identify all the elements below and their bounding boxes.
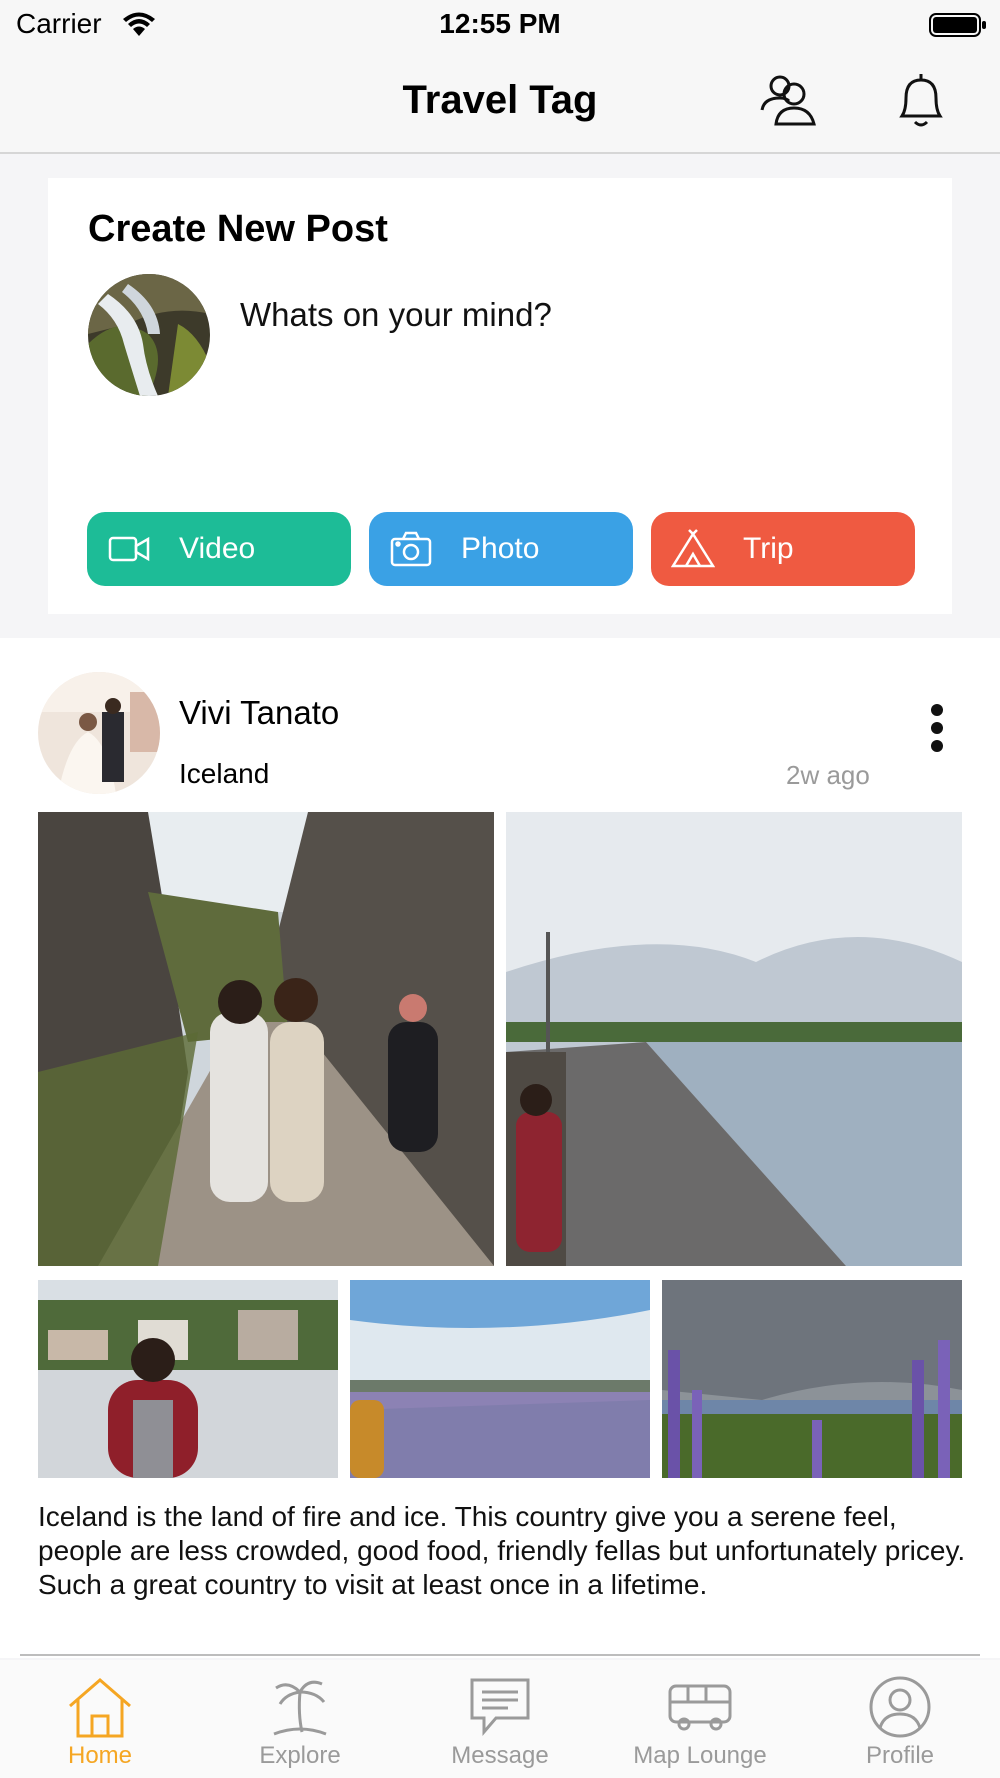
nav-bar: Travel Tag: [0, 50, 1000, 154]
trip-button[interactable]: Trip: [651, 512, 915, 586]
photo-button[interactable]: Photo: [369, 512, 633, 586]
tab-message[interactable]: Message: [400, 1660, 600, 1778]
author-avatar[interactable]: [38, 672, 160, 794]
post-input[interactable]: Whats on your mind?: [240, 296, 552, 334]
post-photo[interactable]: [350, 1280, 650, 1478]
tab-home[interactable]: Home: [0, 1660, 200, 1778]
status-bar: Carrier 12:55 PM: [0, 0, 1000, 50]
post-card: Vivi Tanato Iceland 2w ago Iceland is th…: [0, 638, 1000, 1658]
more-dot: [931, 740, 943, 752]
post-caption: Iceland is the land of fire and ice. Thi…: [38, 1501, 966, 1600]
photo-button-label: Photo: [461, 532, 540, 565]
post-timestamp: 2w ago: [786, 760, 870, 790]
divider: [20, 1654, 980, 1656]
trip-button-label: Trip: [743, 532, 794, 565]
video-camera-icon: [108, 536, 150, 562]
people-icon[interactable]: [756, 68, 822, 134]
video-button-label: Video: [179, 532, 256, 565]
tab-label: Explore: [259, 1742, 341, 1769]
post-photo[interactable]: [38, 1280, 338, 1478]
tab-explore[interactable]: Explore: [200, 1660, 400, 1778]
tab-label: Home: [67, 1742, 133, 1769]
post-photo[interactable]: [506, 812, 962, 1266]
camera-icon: [390, 531, 432, 567]
more-dot: [931, 704, 943, 716]
tab-label: Message: [451, 1742, 549, 1769]
post-location[interactable]: Iceland: [179, 758, 269, 790]
bell-icon[interactable]: [888, 68, 954, 134]
tab-label: Map Lounge: [633, 1742, 767, 1769]
user-icon: [869, 1676, 931, 1738]
status-time: 12:55 PM: [439, 8, 561, 39]
more-options-button[interactable]: [922, 704, 952, 758]
create-post-card: Create New Post Whats on your mind? Vide…: [48, 178, 952, 614]
video-button[interactable]: Video: [87, 512, 351, 586]
more-dot: [931, 722, 943, 734]
palm-tree-icon: [273, 1680, 327, 1736]
chat-bubble-icon: [470, 1678, 530, 1737]
avatar[interactable]: [88, 274, 210, 396]
tab-label: Profile: [865, 1742, 935, 1769]
battery-icon: [929, 13, 986, 37]
tab-map-lounge[interactable]: Map Lounge: [600, 1660, 800, 1778]
post-photo[interactable]: [662, 1280, 962, 1478]
tab-profile[interactable]: Profile: [800, 1660, 1000, 1778]
tent-icon: [671, 529, 715, 568]
author-name[interactable]: Vivi Tanato: [179, 694, 339, 732]
create-post-title: Create New Post: [88, 208, 388, 250]
post-photo[interactable]: [38, 812, 494, 1266]
bus-icon: [668, 1684, 732, 1731]
home-icon: [69, 1678, 131, 1738]
app-title: Travel Tag: [402, 78, 598, 122]
tab-bar: Home Explore Message Map Lounge Profile: [0, 1660, 1000, 1778]
